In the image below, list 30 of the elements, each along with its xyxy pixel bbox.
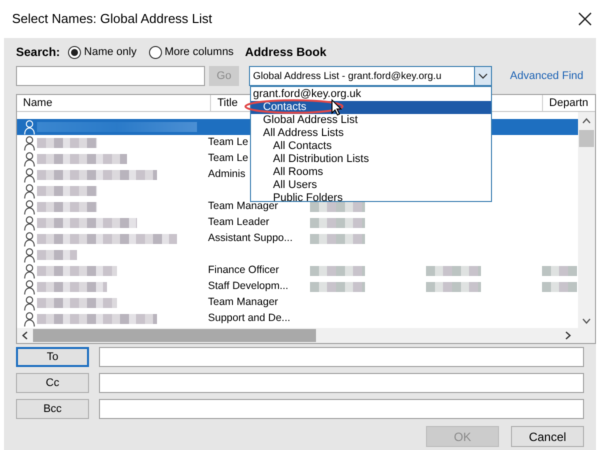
column-header[interactable]: Departn xyxy=(543,95,595,111)
advanced-find-link[interactable]: Advanced Find xyxy=(510,68,584,84)
title-cell-text: Team Leader xyxy=(207,215,270,230)
title-cell-text: Support and De... xyxy=(207,311,290,326)
window-title: Select Names: Global Address List xyxy=(12,10,212,28)
title-cell-text: Team Manager xyxy=(207,295,278,310)
title-cell-text: Assistant Suppo... xyxy=(207,231,293,246)
recipient-button[interactable]: To xyxy=(16,347,89,367)
address-book-label: Address Book xyxy=(245,44,326,61)
address-book-option[interactable]: All Distribution Lists xyxy=(251,153,491,166)
recipient-button[interactable]: Bcc xyxy=(16,399,89,419)
title-cell-text: Team Le xyxy=(207,151,248,166)
title-cell-text: Team Manager xyxy=(207,200,278,214)
search-label: Search: xyxy=(16,44,60,61)
dialog-button[interactable]: Cancel xyxy=(511,426,584,447)
address-book-option[interactable]: Global Address List xyxy=(251,114,491,127)
recipient-button[interactable]: Cc xyxy=(16,373,89,393)
address-book-option[interactable]: All Address Lists xyxy=(251,127,491,140)
title-cell-text: Team Le xyxy=(207,135,248,150)
title-cell-text: Adminis xyxy=(207,167,246,182)
address-book-option[interactable]: All Contacts xyxy=(251,140,491,153)
title-cell-text: Finance Officer xyxy=(207,263,280,278)
address-book-dropdown[interactable]: Global Address List - grant.ford@key.org.u xyxy=(249,66,492,86)
search-option-radio[interactable]: More columns xyxy=(148,44,234,60)
address-book-option[interactable]: grant.ford@key.org.uk xyxy=(251,88,491,101)
title-cell-text: Staff Developm... xyxy=(207,279,288,294)
address-book-option[interactable]: All Rooms xyxy=(251,166,491,179)
search-option-radio[interactable]: Name only xyxy=(68,44,137,60)
address-book-option[interactable]: All Users xyxy=(251,179,491,192)
column-header[interactable]: Name xyxy=(17,95,212,111)
